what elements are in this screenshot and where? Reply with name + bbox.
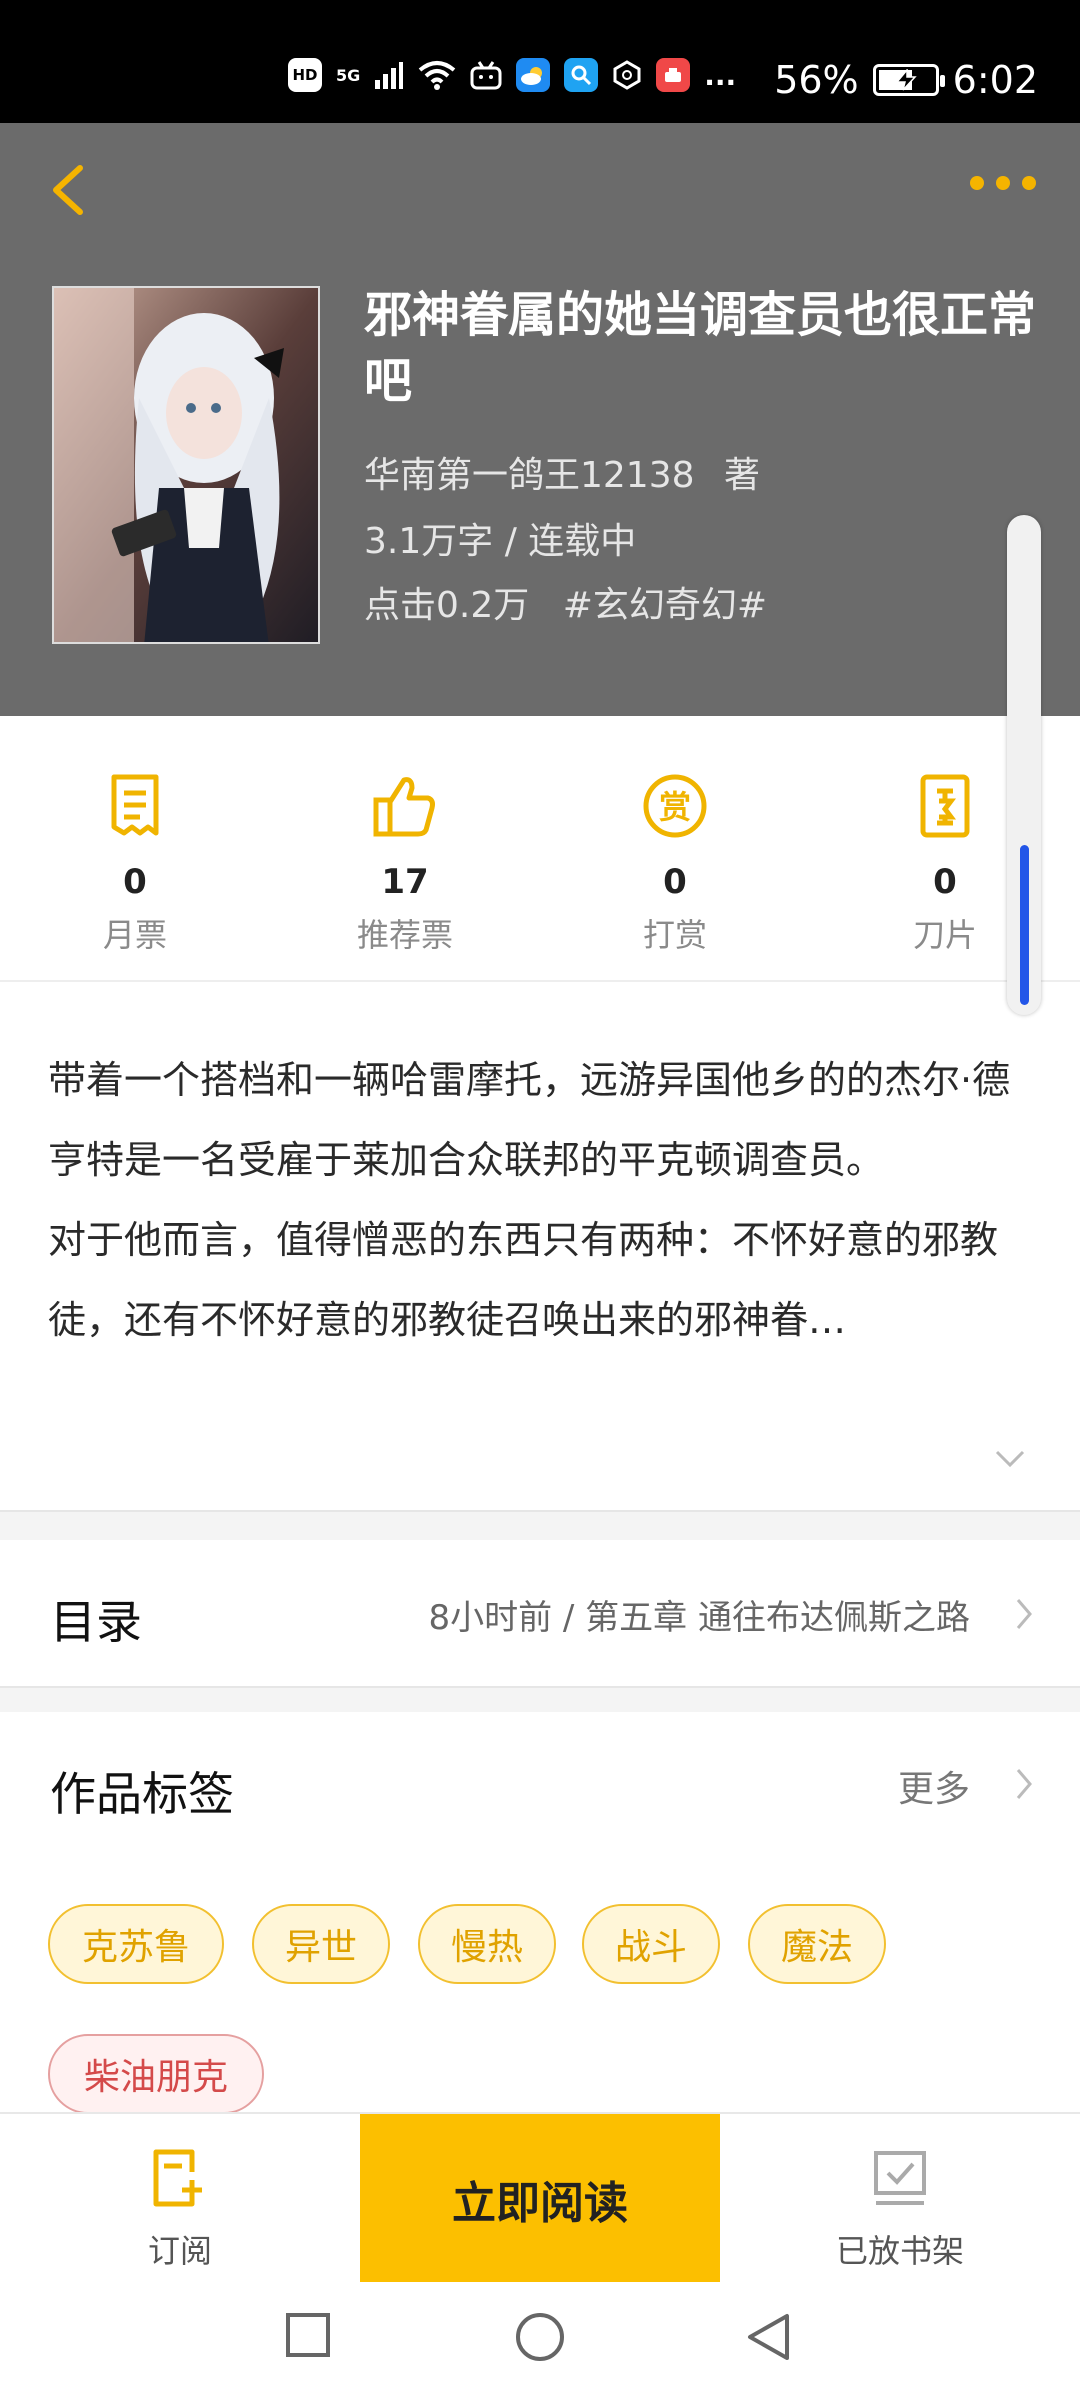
stat-monthly-ticket[interactable]: 0 月票 [35,766,235,956]
tag-chip[interactable]: 慢热 [418,1904,556,1984]
back-button[interactable] [44,160,94,220]
subscribe-icon [153,2149,202,2207]
svg-text:赏: 赏 [659,788,691,826]
5g-icon: 5G [336,65,361,85]
clock: 6:02 [952,58,1038,102]
catalog-row[interactable]: 目录 8小时前 / 第五章 通往布达佩斯之路 [0,1540,1080,1686]
stat-value: 17 [381,862,429,902]
weather-icon [516,58,551,92]
stat-reward[interactable]: 赏 0 打赏 [575,766,775,956]
thumbs-up-icon [373,777,435,837]
stat-label: 月票 [102,916,167,954]
description-paragraph: 对于他而言，值得憎恶的东西只有两种：不怀好意的邪教徒，还有不怀好意的邪教徒召唤出… [48,1218,999,1342]
tag-chip[interactable]: 战斗 [582,1904,720,1984]
bookshelf-check-icon [874,2151,926,2205]
scroll-thumb[interactable] [1020,845,1029,1005]
chevron-left-icon [53,165,83,215]
bottom-action-bar: 订阅 立即阅读 已放书架 [0,2112,1080,2284]
stat-recommend-ticket[interactable]: 17 推荐票 [305,766,505,956]
square-icon [286,2313,330,2357]
circle-icon [516,2313,564,2361]
system-nav-bar [0,2282,1080,2400]
battery-icon [872,64,945,96]
recents-button[interactable] [285,2312,331,2362]
tags-more-button[interactable]: 更多 [898,1760,970,1812]
bilibili-icon [470,58,502,92]
book-cover[interactable] [52,286,320,644]
book-title: 邪神眷属的她当调查员也很正常吧 [364,287,1037,409]
genre-tag[interactable]: #玄幻奇幻# [563,585,767,626]
stat-label: 打赏 [642,916,707,954]
read-now-label: 立即阅读 [452,2178,628,2229]
home-button[interactable] [515,2312,565,2366]
subscribe-button[interactable]: 订阅 [70,2144,290,2272]
tag-chip[interactable]: 魔法 [748,1904,886,1984]
back-nav-button[interactable] [745,2312,791,2366]
tag-chip[interactable]: 柴油朋克 [48,2034,264,2114]
more-notifications-icon: ... [704,58,737,92]
author-line: 华南第一鸽王12138 著 [364,446,760,498]
chevron-right-icon[interactable] [1014,1766,1034,1802]
book-description[interactable]: 带着一个搭档和一辆哈雷摩托，远游异国他乡的的杰尔·德亨特是一名受雇于莱加合众联邦… [48,1040,1032,1360]
search-app-icon [564,58,599,92]
stat-value: 0 [123,862,147,902]
section-divider [0,1510,1080,1540]
ticket-icon [111,774,159,836]
expand-description-button[interactable] [994,1448,1026,1474]
reward-icon: 赏 [643,774,707,838]
chevron-down-icon [995,1450,1025,1468]
tags-title: 作品标签 [50,1767,234,1821]
hexagon-app-icon [612,58,642,92]
author-name[interactable]: 华南第一鸽王12138 [364,455,695,496]
wifi-icon [418,58,456,92]
more-button[interactable] [970,176,1036,190]
author-suffix: 著 [723,455,760,496]
status-bar: HD 5G ... 56% 6:02 [0,0,1080,123]
app-icon [656,58,691,92]
read-now-button[interactable]: 立即阅读 [360,2114,720,2284]
work-tags-section: 作品标签 更多 克苏鲁 异世 慢热 战斗 魔法 柴油朋克 [0,1712,1080,2114]
subscribe-label: 订阅 [147,2232,212,2270]
tag-chip[interactable]: 异世 [252,1904,390,1984]
battery-percent: 56% [774,58,859,102]
hd-icon: HD [288,58,322,92]
tag-chip[interactable]: 克苏鲁 [48,1904,224,1984]
stats-row: 0 月票 17 推荐票 赏 0 打赏 0 刀片 [0,716,1080,982]
on-shelf-label: 已放书架 [835,2232,964,2270]
signal-icon [374,58,404,92]
status-icons: HD 5G ... [288,58,736,92]
blade-icon [920,774,970,838]
word-count-status: 3.1万字 / 连载中 [364,521,637,562]
clicks-genre-line: 点击0.2万 #玄幻奇幻# [364,576,767,628]
more-dots-icon [970,176,984,190]
description-paragraph: 带着一个搭档和一辆哈雷摩托，远游异国他乡的的杰尔·德亨特是一名受雇于莱加合众联邦… [48,1058,1011,1182]
stat-label: 推荐票 [356,916,453,954]
status-right: 56% 6:02 [774,58,1038,102]
latest-chapter: 8小时前 / 第五章 通往布达佩斯之路 [428,1598,970,1638]
stat-value: 0 [663,862,687,902]
click-count: 点击0.2万 [364,585,530,626]
catalog-title: 目录 [50,1595,142,1649]
triangle-back-icon [748,2314,789,2360]
scroll-indicator[interactable] [1007,515,1041,1015]
on-shelf-button[interactable]: 已放书架 [790,2144,1010,2272]
chevron-right-icon [1016,1599,1032,1629]
section-divider [0,1686,1080,1712]
